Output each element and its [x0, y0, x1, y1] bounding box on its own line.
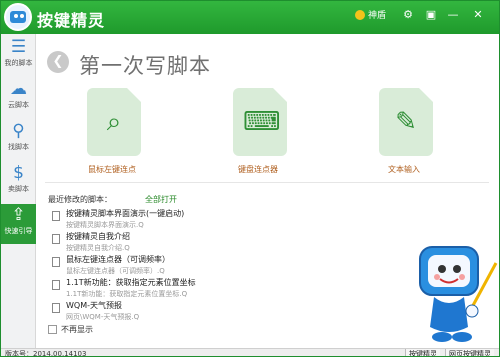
script-path: 1.1T新功能：获取指定元素位置坐标.Q [66, 290, 188, 298]
document-icon: ⌨ [233, 88, 287, 156]
script-name: 按键精灵脚本界面演示(一键启动) [66, 209, 185, 218]
mouse-icon: ⌕ [106, 107, 122, 137]
script-name: WQM-天气预报 [66, 301, 122, 310]
list-item[interactable]: 鼠标左键连点器（可调频率） 鼠标左键连点器（可调频率）.Q [52, 254, 312, 278]
minimize-icon[interactable]: — [446, 8, 460, 22]
back-button[interactable]: ❮ [47, 51, 69, 73]
open-all-link[interactable]: 全部打开 [145, 194, 177, 205]
sidebar: ☰ 我的脚本 ☁ 云脚本 ⚲ 找脚本 $ 卖脚本 ⇪ 快速引导 [1, 34, 36, 348]
script-path: 网页\WQM-天气预报.Q [66, 313, 140, 321]
sidebar-item-label: 卖脚本 [8, 185, 29, 193]
settings-icon[interactable]: ⚙ [401, 8, 415, 22]
card-label: 文本输入 [388, 165, 420, 174]
signpost-icon: ⇪ [11, 205, 26, 225]
document-icon: ✎ [379, 88, 433, 156]
skin-icon[interactable]: ▣ [424, 8, 438, 22]
script-name: 按键精灵自我介绍 [66, 232, 130, 241]
file-icon [52, 303, 60, 313]
no-show-option[interactable]: 不再显示 [48, 324, 93, 335]
script-name: 鼠标左键连点器（可调频率） [66, 255, 170, 264]
app-logo [4, 3, 32, 31]
file-icon [52, 280, 60, 290]
list-item[interactable]: 按键精灵脚本界面演示(一键启动) 按键精灵脚本界面演示.Q [52, 208, 312, 232]
sidebar-item-sell[interactable]: $ 卖脚本 [1, 162, 36, 202]
file-icon [52, 211, 60, 221]
no-show-checkbox[interactable] [48, 325, 57, 334]
document-icon: ⌕ [87, 88, 141, 156]
app-window: 按键精灵 神盾 ⚙ ▣ — ✕ ☰ 我的脚本 ☁ 云脚本 ⚲ 找脚本 $ 卖脚本… [0, 0, 500, 357]
script-path: 按键精灵自我介绍.Q [66, 244, 130, 252]
script-name: 1.1T新功能：获取指定元素位置坐标 [66, 278, 196, 287]
cloud-icon: ☁ [10, 79, 27, 99]
main-panel: ❮ 第一次写脚本 ⌕ 鼠标左键连点 ⌨ 键盘连点器 ✎ 文本输入 最近修改的脚本… [37, 34, 499, 348]
list-icon: ☰ [10, 37, 27, 57]
close-icon[interactable]: ✕ [471, 8, 485, 22]
status-bar: 版本号：2014.00.14103 按键精灵 网页按键精灵 [1, 348, 499, 357]
script-path: 鼠标左键连点器（可调频率）.Q [66, 267, 165, 275]
search-icon: ⚲ [12, 121, 25, 141]
sidebar-item-cloud[interactable]: ☁ 云脚本 [1, 78, 36, 118]
file-icon [52, 257, 60, 267]
keyboard-icon: ⌨ [243, 107, 281, 137]
list-item[interactable]: 1.1T新功能：获取指定元素位置坐标 1.1T新功能：获取指定元素位置坐标.Q [52, 277, 312, 301]
page-title: 第一次写脚本 [79, 54, 211, 78]
file-icon [52, 234, 60, 244]
dollar-icon: $ [13, 163, 24, 183]
version-label: 版本号：2014.00.14103 [5, 350, 87, 357]
list-item[interactable]: 按键精灵自我介绍 按键精灵自我介绍.Q [52, 231, 312, 255]
shield-coin-icon [355, 9, 365, 20]
recent-header: 最近修改的脚本： [48, 195, 112, 204]
card-label: 键盘连点器 [238, 165, 278, 174]
list-item[interactable]: WQM-天气预报 网页\WQM-天气预报.Q [52, 300, 312, 324]
sidebar-item-label: 快速引导 [4, 227, 33, 235]
edit-icon: ✎ [395, 107, 417, 137]
web-wizard-button[interactable]: 网页按键精灵 [445, 349, 494, 356]
vip-badge[interactable]: 神盾 [355, 8, 386, 21]
sidebar-item-label: 我的脚本 [4, 59, 33, 67]
title-bar: 按键精灵 神盾 ⚙ ▣ — ✕ [1, 1, 499, 34]
no-show-label: 不再显示 [61, 325, 93, 334]
sidebar-item-label: 找脚本 [8, 143, 29, 151]
vip-label: 神盾 [368, 11, 387, 21]
mascot-image [419, 246, 498, 342]
wizard-button[interactable]: 按键精灵 [405, 349, 440, 356]
sidebar-item-find[interactable]: ⚲ 找脚本 [1, 120, 36, 160]
sidebar-item-my-scripts[interactable]: ☰ 我的脚本 [1, 36, 36, 76]
app-title: 按键精灵 [37, 11, 106, 30]
script-path: 按键精灵脚本界面演示.Q [66, 221, 144, 229]
sidebar-item-quick-guide[interactable]: ⇪ 快速引导 [1, 204, 36, 244]
sidebar-item-label: 云脚本 [8, 101, 29, 109]
divider [45, 182, 489, 183]
card-label: 鼠标左键连点 [88, 165, 136, 174]
